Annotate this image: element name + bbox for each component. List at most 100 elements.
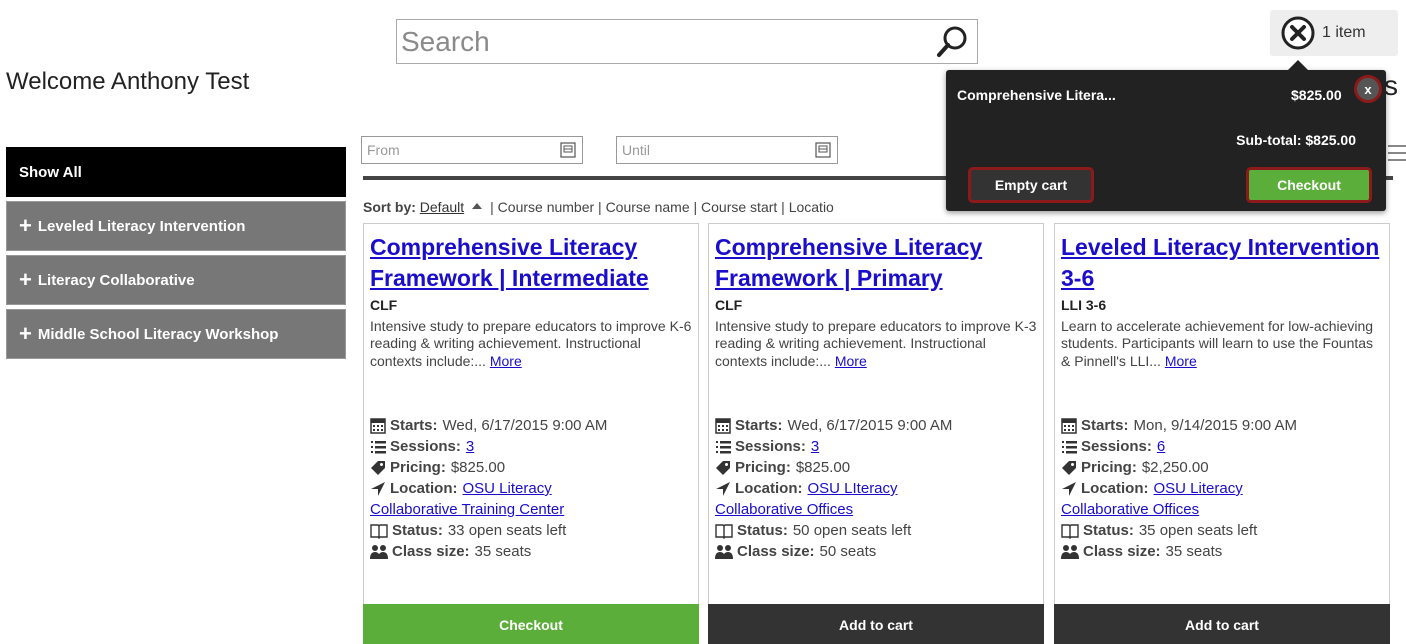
pricing-value: $2,250.00 (1141, 459, 1209, 476)
sessions-link[interactable]: 3 (811, 436, 819, 457)
calendar-icon (715, 417, 731, 434)
more-link[interactable]: More (490, 353, 522, 369)
course-code: CLF (370, 297, 398, 313)
sessions-link[interactable]: 6 (1157, 436, 1165, 457)
course-meta: Starts: Mon, 9/14/2015 9:00 AM Sessions: 6… (1061, 415, 1389, 562)
until-date-input[interactable] (617, 137, 837, 163)
group-icon (370, 544, 388, 559)
class-size-label: Class size: (1083, 543, 1161, 560)
cart-count: 1 item (1322, 24, 1366, 41)
sidebar-item-show-all[interactable]: Show All (6, 147, 346, 197)
class-size-label: Class size: (392, 543, 470, 560)
description-text: Intensive study to prepare educators to … (370, 318, 692, 369)
search-box (396, 19, 978, 64)
sort-label: Sort by: (363, 199, 416, 215)
sidebar-item-literacy-collaborative[interactable]: + Literacy Collaborative (6, 255, 346, 305)
course-description: Intensive study to prepare educators to … (370, 318, 692, 370)
menu-icon[interactable] (1386, 140, 1406, 166)
sidebar-item-label: Show All (19, 163, 82, 181)
calendar-icon[interactable] (815, 142, 831, 158)
course-title-link[interactable]: Leveled Literacy Intervention 3-6 (1061, 232, 1391, 293)
category-sidebar: Show All + Leveled Literacy Intervention… (6, 147, 346, 363)
sidebar-item-leveled-literacy-intervention[interactable]: + Leveled Literacy Intervention (6, 201, 346, 251)
starts-value: Wed, 6/17/2015 9:00 AM (442, 417, 608, 434)
location-link-continued[interactable]: Collaborative Offices (715, 501, 853, 518)
starts-value: Wed, 6/17/2015 9:00 AM (787, 417, 953, 434)
price-tag-icon (371, 460, 385, 475)
until-date-box (616, 136, 838, 164)
location-continuation: Collaborative Training Center (370, 499, 698, 520)
pricing-label: Pricing: (390, 459, 446, 476)
checkout-button[interactable]: Checkout (363, 604, 699, 644)
calendar-icon[interactable] (560, 142, 576, 158)
starts-row: Starts: Wed, 6/17/2015 9:00 AM (370, 415, 698, 436)
cart-item-price: $825.00 (1291, 87, 1342, 103)
cart-popup: Comprehensive Litera... $825.00 x Sub-to… (946, 60, 1386, 211)
book-icon (1061, 523, 1079, 539)
cart-subtotal: Sub-total: $825.00 (1236, 132, 1356, 148)
empty-cart-button[interactable]: Empty cart (968, 167, 1094, 203)
welcome-message: Welcome Anthony Test (6, 68, 250, 95)
remove-item-button[interactable]: x (1354, 75, 1382, 103)
pricing-row: Pricing: $2,250.00 (1061, 457, 1389, 478)
calendar-icon (1061, 417, 1077, 434)
sidebar-item-label: Leveled Literacy Intervention (37, 217, 246, 235)
popup-checkout-button[interactable]: Checkout (1246, 167, 1372, 203)
numbered-list-icon (716, 440, 731, 453)
course-title-link[interactable]: Comprehensive Literacy Framework | Inter… (370, 232, 700, 293)
sessions-link[interactable]: 3 (466, 436, 474, 457)
from-date-input[interactable] (362, 137, 582, 163)
starts-label: Starts: (390, 417, 438, 434)
pricing-row: Pricing: $825.00 (715, 457, 1043, 478)
status-row: Status: 50 open seats left (715, 520, 1043, 541)
sort-bar: Sort by: Default | Course number | Course… (363, 199, 834, 215)
more-link[interactable]: More (835, 353, 867, 369)
search-icon[interactable] (935, 24, 969, 60)
pricing-value: $825.00 (795, 459, 851, 476)
plus-icon: + (19, 213, 32, 238)
plus-icon: + (19, 267, 32, 292)
status-label: Status: (1083, 522, 1134, 539)
class-size-value: 50 seats (819, 543, 877, 560)
from-date-box (361, 136, 583, 164)
cart-item-name: Comprehensive Litera... (957, 87, 1116, 103)
location-arrow-icon (1062, 481, 1076, 496)
add-to-cart-button[interactable]: Add to cart (708, 604, 1044, 644)
course-title-link[interactable]: Comprehensive Literacy Framework | Prima… (715, 232, 1045, 293)
sidebar-item-label: Middle School Literacy Workshop (37, 325, 279, 343)
starts-label: Starts: (735, 417, 783, 434)
book-icon (715, 523, 733, 539)
location-label: Location: (1081, 480, 1149, 497)
pricing-row: Pricing: $825.00 (370, 457, 698, 478)
location-link[interactable]: OSU Literacy (463, 478, 552, 499)
course-card: Comprehensive Literacy Framework | Prima… (708, 223, 1044, 644)
status-row: Status: 35 open seats left (1061, 520, 1389, 541)
cart-toggle-button[interactable]: 1 item (1270, 10, 1398, 56)
location-label: Location: (735, 480, 803, 497)
location-row: Location: OSU LIteracy (715, 478, 1043, 499)
popup-pointer (1288, 60, 1308, 70)
pricing-label: Pricing: (735, 459, 791, 476)
location-link-continued[interactable]: Collaborative Offices (1061, 501, 1199, 518)
search-input[interactable] (397, 20, 927, 63)
class-size-row: Class size: 50 seats (715, 541, 1043, 562)
numbered-list-icon (371, 440, 386, 453)
location-row: Location: OSU Literacy (1061, 478, 1389, 499)
starts-row: Starts: Mon, 9/14/2015 9:00 AM (1061, 415, 1389, 436)
location-link-continued[interactable]: Collaborative Training Center (370, 501, 564, 518)
numbered-list-icon (1062, 440, 1077, 453)
location-link[interactable]: OSU Literacy (1154, 478, 1243, 499)
sidebar-item-middle-school-literacy-workshop[interactable]: + Middle School Literacy Workshop (6, 309, 346, 359)
more-link[interactable]: More (1165, 353, 1197, 369)
course-code: LLI 3-6 (1061, 297, 1107, 313)
location-link[interactable]: OSU LIteracy (808, 478, 898, 499)
sort-options[interactable]: | Course number | Course name | Course s… (490, 199, 834, 215)
book-icon (370, 523, 388, 539)
location-row: Location: OSU Literacy (370, 478, 698, 499)
description-text: Intensive study to prepare educators to … (715, 318, 1037, 369)
calendar-icon (370, 417, 386, 434)
status-value: 33 open seats left (447, 522, 567, 539)
add-to-cart-button[interactable]: Add to cart (1054, 604, 1390, 644)
course-card: Leveled Literacy Intervention 3-6 LLI 3-… (1054, 223, 1390, 644)
sort-default-link[interactable]: Default (420, 199, 464, 215)
